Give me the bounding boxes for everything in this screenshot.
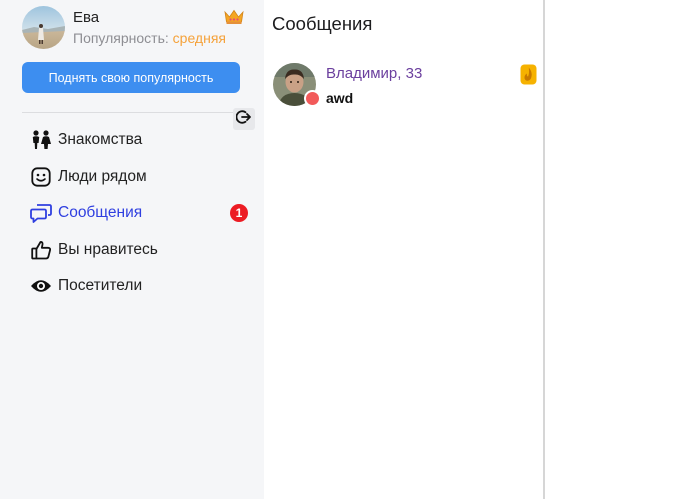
nav-item-messages[interactable]: Сообщения 1 xyxy=(30,195,250,232)
nav-item-label: Вы нравитесь xyxy=(58,240,158,258)
messages-panel: Сообщения Владимир, 33 awd xyxy=(264,0,545,499)
crown-icon[interactable] xyxy=(224,9,244,25)
dialog-list-item[interactable]: Владимир, 33 awd xyxy=(272,62,538,110)
fire-icon xyxy=(520,64,537,85)
user-name: Ева xyxy=(73,9,100,26)
main-nav: Знакомства Люди рядом Сообщения 1 Вы нра… xyxy=(30,122,250,305)
status-dot xyxy=(304,90,321,107)
nav-item-people-nearby[interactable]: Люди рядом xyxy=(30,159,250,196)
divider xyxy=(22,112,244,113)
eye-icon xyxy=(30,275,52,297)
raise-popularity-button[interactable]: Поднять свою популярность xyxy=(22,62,240,93)
unread-badge: 1 xyxy=(230,204,248,222)
popularity-value: средняя xyxy=(172,30,226,46)
sidebar: Ева Популярность: средняя Поднять свою п… xyxy=(0,0,264,499)
chat-bubbles-icon xyxy=(30,202,52,224)
thumbs-up-icon xyxy=(30,239,52,261)
nav-item-label: Сообщения xyxy=(58,204,143,222)
smiley-icon xyxy=(30,166,52,188)
nav-item-label: Посетители xyxy=(58,277,143,295)
popularity-label: Популярность: xyxy=(73,30,169,46)
last-message: awd xyxy=(326,90,354,106)
nav-item-label: Знакомства xyxy=(58,131,143,149)
popularity-status: Популярность: средняя xyxy=(73,30,226,46)
couple-icon xyxy=(30,129,52,151)
profile-card: Ева Популярность: средняя xyxy=(22,6,244,50)
chat-area xyxy=(547,0,700,499)
page-title: Сообщения xyxy=(272,13,373,34)
contact-name: Владимир, 33 xyxy=(326,65,423,82)
nav-item-label: Люди рядом xyxy=(58,167,147,185)
nav-item-dating[interactable]: Знакомства xyxy=(30,122,250,159)
nav-item-visitors[interactable]: Посетители xyxy=(30,268,250,305)
avatar[interactable] xyxy=(22,6,65,49)
nav-item-likes[interactable]: Вы нравитесь xyxy=(30,232,250,269)
